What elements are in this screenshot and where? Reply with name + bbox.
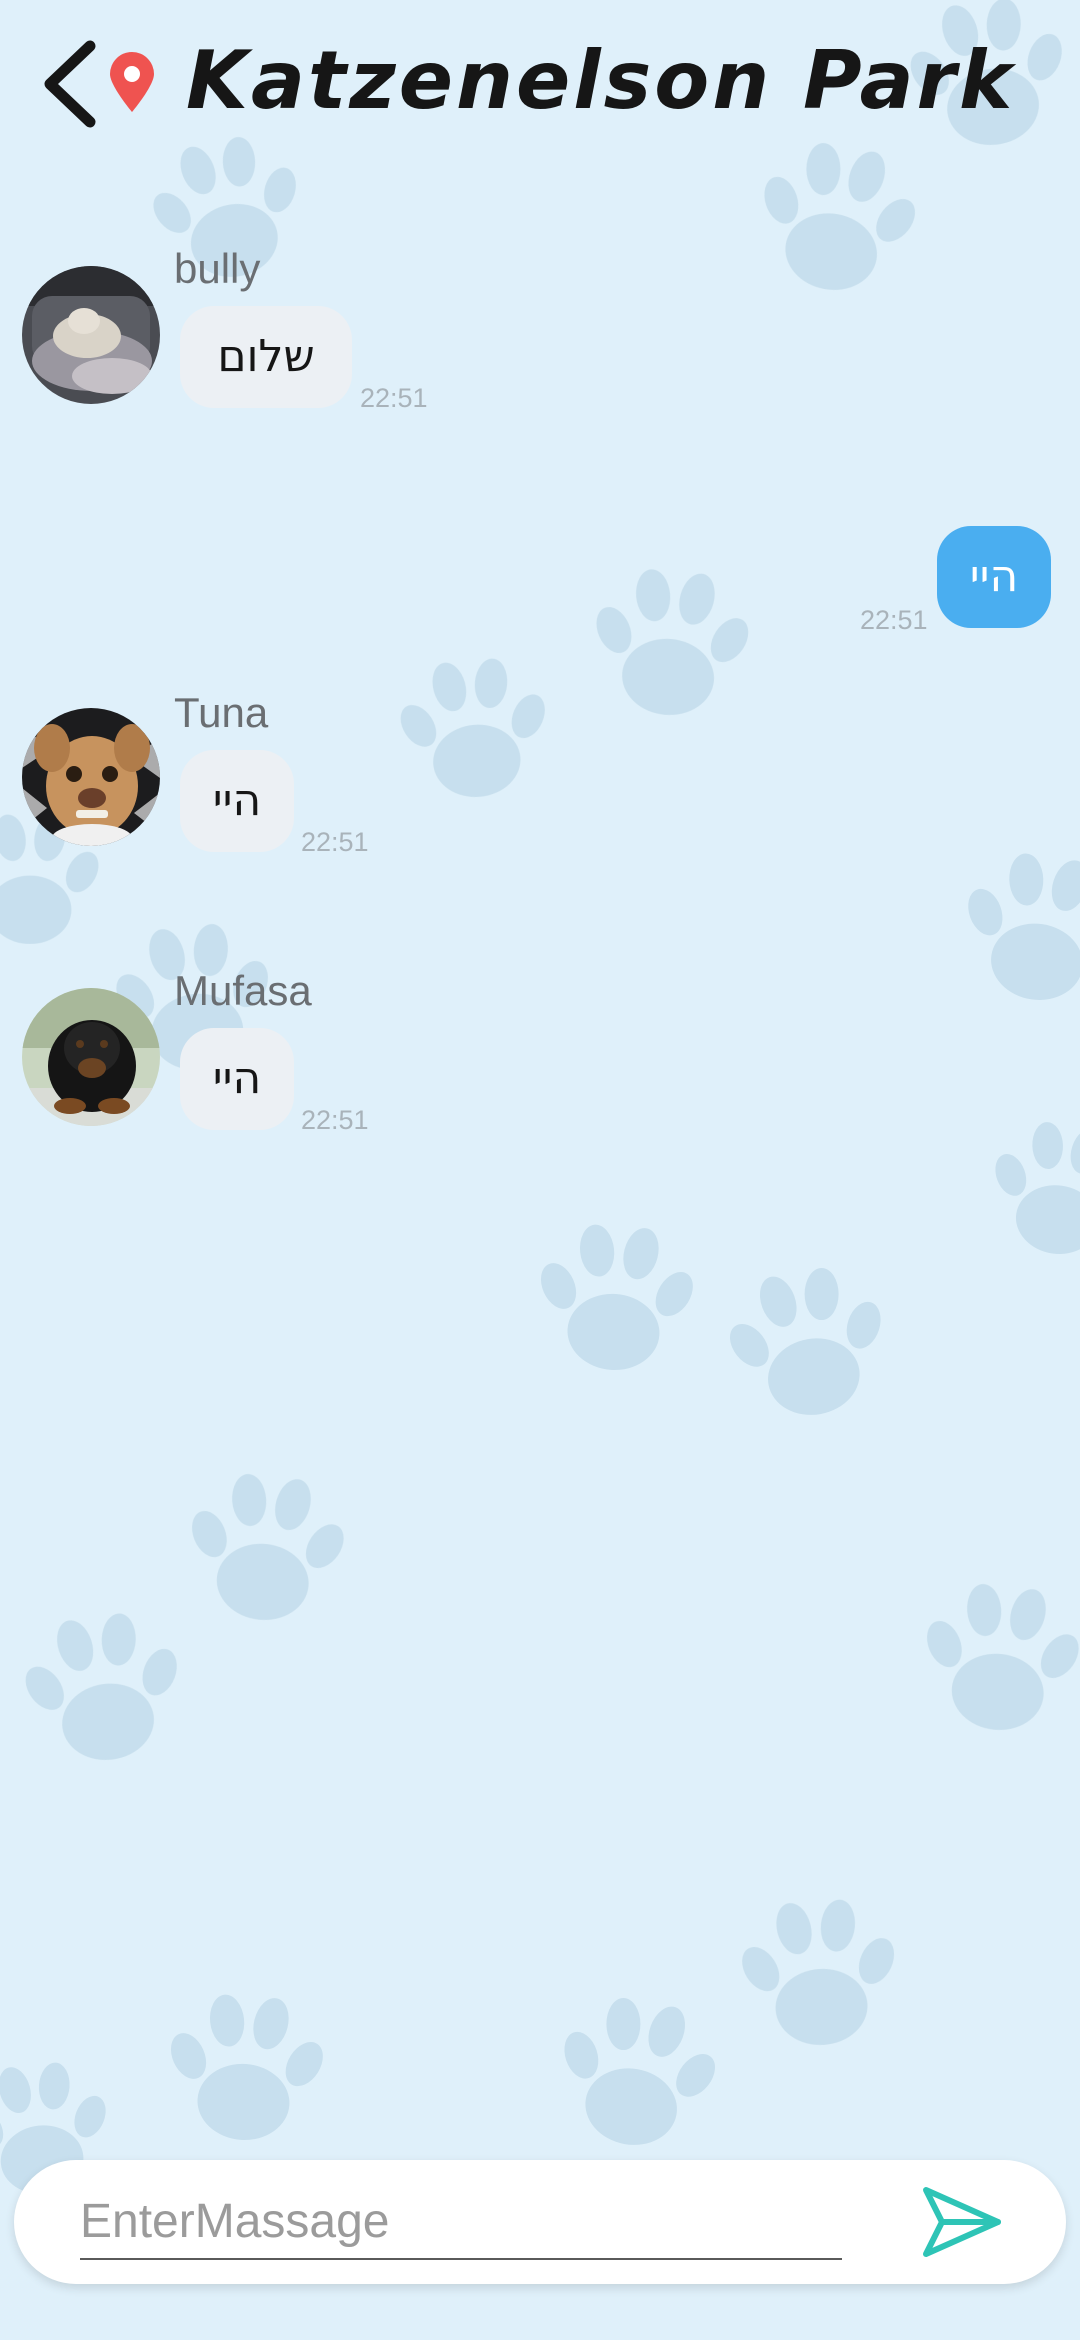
send-icon[interactable]: [920, 2184, 1004, 2260]
paw-print-background: [0, 0, 1080, 2202]
page-title: Katzenelson Park: [186, 34, 1016, 127]
avatar-mufasa[interactable]: [22, 988, 160, 1126]
avatar-bully[interactable]: [22, 266, 160, 404]
chevron-left-icon[interactable]: [36, 36, 106, 132]
message-bubble[interactable]: היי: [180, 1028, 294, 1130]
message-time: 22:51: [860, 605, 928, 635]
message-time: 22:51: [301, 1105, 369, 1135]
message-bubble[interactable]: היי: [180, 750, 294, 852]
message-time: 22:51: [360, 383, 428, 413]
chat-header: Katzenelson Park: [0, 0, 1080, 170]
sender-name: Tuna: [174, 689, 269, 736]
avatar-tuna[interactable]: [22, 708, 160, 846]
sender-name: Mufasa: [174, 967, 312, 1014]
message-composer: [14, 2160, 1066, 2284]
own-message-bubble[interactable]: היי: [937, 526, 1051, 628]
map-pin-icon: [110, 52, 154, 112]
message-input[interactable]: [80, 2184, 842, 2260]
message-bubble[interactable]: שלום: [180, 306, 352, 408]
sender-name: bully: [174, 245, 261, 292]
message-time: 22:51: [301, 827, 369, 857]
